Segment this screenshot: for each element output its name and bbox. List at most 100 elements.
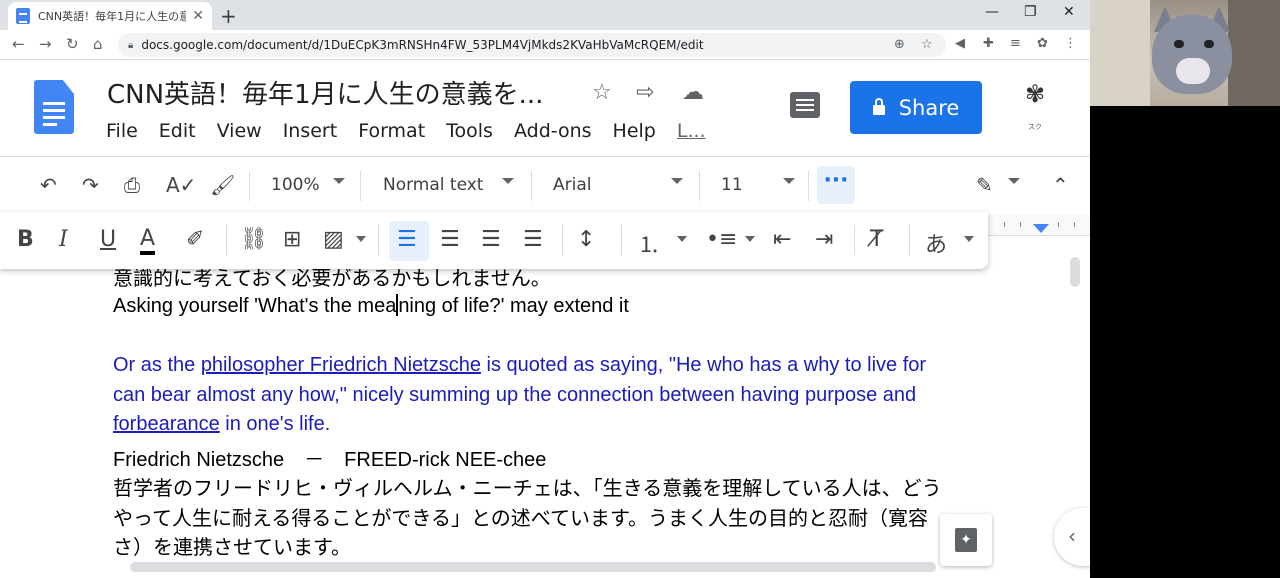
chevron-down-icon[interactable]	[502, 178, 514, 184]
bookmark-star-icon[interactable]: ☆	[921, 37, 933, 52]
menu-view[interactable]: View	[217, 120, 262, 142]
decrease-indent-icon[interactable]: ⇤	[773, 227, 791, 252]
extensions-puzzle-icon[interactable]: ✚	[983, 36, 994, 51]
editing-mode-pencil-icon[interactable]: ✎	[976, 173, 993, 197]
browser-tab[interactable]: CNN英語！毎年1月に人生の意義 ✕	[8, 2, 212, 30]
redo-icon[interactable]: ↷	[82, 173, 99, 197]
lock-icon	[872, 97, 885, 115]
forbearance-link[interactable]: forbearance	[113, 413, 220, 435]
doc-text: Or as the	[113, 354, 201, 376]
bulleted-list-icon[interactable]: •≡	[706, 227, 737, 252]
star-icon[interactable]: ☆	[592, 80, 612, 105]
doc-line: Friedrich Nietzsche － FREED-rick NEE-che…	[113, 449, 547, 471]
spellcheck-icon[interactable]: A✓	[166, 173, 196, 197]
paragraph-style-select[interactable]: Normal text	[383, 175, 483, 195]
menu-tools[interactable]: Tools	[446, 120, 493, 142]
share-button[interactable]: Share	[850, 81, 982, 134]
bold-icon[interactable]: B	[17, 227, 34, 252]
chevron-down-icon[interactable]	[677, 236, 687, 242]
avatar-label: スク	[1028, 123, 1042, 131]
reload-icon[interactable]: ↻	[66, 35, 79, 53]
explore-button[interactable]: ✦	[940, 514, 992, 566]
italic-icon[interactable]: I	[59, 227, 68, 252]
align-center-icon[interactable]: ☰	[440, 227, 460, 252]
chevron-down-icon[interactable]	[964, 236, 974, 242]
line-spacing-icon[interactable]: ↕	[577, 227, 595, 252]
chevron-down-icon[interactable]	[671, 178, 683, 184]
underline-icon[interactable]: U	[100, 227, 116, 252]
right-indent-marker-icon[interactable]	[1033, 224, 1049, 233]
menu-insert[interactable]: Insert	[283, 120, 338, 142]
paint-format-icon[interactable]: 🖌︎	[210, 173, 235, 197]
new-tab-icon[interactable]: +	[220, 4, 237, 28]
input-tools-button[interactable]: あ	[925, 227, 947, 259]
move-folder-icon[interactable]: ⇨	[636, 80, 654, 105]
doc-text: in one's life.	[219, 413, 331, 435]
print-icon[interactable]: ⎙	[124, 173, 140, 197]
chevron-down-icon[interactable]	[333, 178, 345, 184]
home-icon[interactable]: ⌂	[93, 35, 103, 53]
font-select[interactable]: Arial	[553, 175, 591, 195]
numbered-list-icon[interactable]: ⒈	[638, 227, 660, 259]
chevron-down-icon[interactable]	[1008, 178, 1020, 184]
window-close-icon[interactable]: ✕	[1063, 4, 1075, 20]
philosopher-link[interactable]: philosopher Friedrich Nietzsche	[201, 354, 481, 376]
undo-icon[interactable]: ↶	[40, 173, 57, 197]
menu-file[interactable]: File	[106, 120, 138, 142]
share-label: Share	[898, 95, 960, 120]
hide-menus-chevron-up-icon[interactable]: ⌃	[1052, 173, 1069, 197]
menu-help[interactable]: Help	[613, 120, 656, 142]
increase-indent-icon[interactable]: ⇥	[815, 227, 833, 252]
chevron-down-icon[interactable]	[356, 236, 366, 242]
highlight-icon[interactable]: ✐	[186, 227, 204, 252]
doc-line: やって人生に耐える得ることができる」との述べています。うまく人生の目的と忍耐（寛…	[113, 506, 928, 530]
doc-line: Or as the philosopher Friedrich Nietzsch…	[113, 354, 926, 377]
zoom-icon[interactable]: ⊕	[894, 37, 905, 52]
comments-icon[interactable]	[790, 92, 820, 118]
url-field[interactable]: 🔒︎ docs.google.com/document/d/1DuECpK3mR…	[118, 33, 946, 57]
chevron-down-icon[interactable]	[745, 236, 755, 242]
browser-menu-icon[interactable]: ⋮	[1064, 36, 1077, 51]
doc-line: Asking yourself 'What's the mea ning of l…	[113, 294, 629, 318]
lock-icon: 🔒︎	[128, 39, 134, 51]
extension-megaphone-icon[interactable]: ◀	[955, 36, 965, 51]
justify-icon[interactable]: ☰	[523, 227, 543, 252]
text-color-icon[interactable]: A	[140, 227, 156, 255]
explore-sparkle-icon: ✦	[955, 528, 977, 552]
format-toolbar: B I U A ✐ ⛓︎ ⊞ ▨ ☰ ☰ ☰ ☰ ↕ ⒈ •≡ ⇤ ⇥ T̸ あ	[0, 212, 988, 269]
menu-format[interactable]: Format	[358, 120, 425, 142]
doc-text: Asking yourself 'What's the mea	[113, 295, 397, 317]
link-icon[interactable]: ⛓︎	[240, 227, 268, 252]
avatar[interactable]: ✾ スク	[1012, 80, 1058, 132]
reading-list-icon[interactable]: ≡	[1010, 36, 1021, 51]
align-right-icon[interactable]: ☰	[481, 227, 501, 252]
minimize-icon[interactable]: —	[985, 4, 999, 20]
chevron-down-icon[interactable]	[783, 178, 795, 184]
restore-icon[interactable]: ❐	[1024, 4, 1037, 20]
vertical-scrollbar[interactable]	[1070, 257, 1080, 287]
docs-logo-icon[interactable]	[34, 80, 74, 134]
main-toolbar: ↶ ↷ ⎙ A✓ 🖌︎ 100% Normal text Arial 11 ··…	[0, 156, 1090, 214]
back-icon[interactable]: ←	[12, 35, 25, 53]
align-left-icon[interactable]: ☰	[397, 227, 417, 252]
more-options-icon[interactable]: ···	[817, 166, 855, 204]
profile-extension-icon[interactable]: ✿	[1037, 36, 1048, 51]
menu-edit[interactable]: Edit	[159, 120, 196, 142]
zoom-select[interactable]: 100%	[271, 175, 320, 195]
doc-line: 哲学者のフリードリヒ・ヴィルヘルム・ニーチェは、「生きる意義を理解している人は、…	[113, 476, 942, 500]
close-icon[interactable]: ✕	[192, 8, 204, 24]
document-canvas[interactable]: 意識的に考えておく必要があるかもしれません。 Asking yourself '…	[0, 236, 1090, 558]
menu-last-edit[interactable]: L...	[677, 120, 706, 142]
font-size-select[interactable]: 11	[721, 175, 743, 195]
add-comment-icon[interactable]: ⊞	[283, 227, 301, 252]
forward-icon[interactable]: →	[39, 35, 52, 53]
horizontal-scrollbar[interactable]	[130, 562, 936, 572]
document-title[interactable]: CNN英語！毎年1月に人生の意義を...	[107, 74, 543, 111]
menu-addons[interactable]: Add-ons	[514, 120, 592, 142]
clear-formatting-icon[interactable]: T̸	[870, 227, 883, 252]
doc-line: さ）を連携させています。	[113, 535, 351, 558]
browser-window: CNN英語！毎年1月に人生の意義 ✕ + — ❐ ✕ ← → ↻ ⌂ 🔒︎ do…	[0, 0, 1090, 578]
address-bar: ← → ↻ ⌂ 🔒︎ docs.google.com/document/d/1D…	[0, 30, 1090, 60]
insert-image-icon[interactable]: ▨	[323, 227, 344, 252]
menu-bar: File Edit View Insert Format Tools Add-o…	[106, 120, 706, 142]
